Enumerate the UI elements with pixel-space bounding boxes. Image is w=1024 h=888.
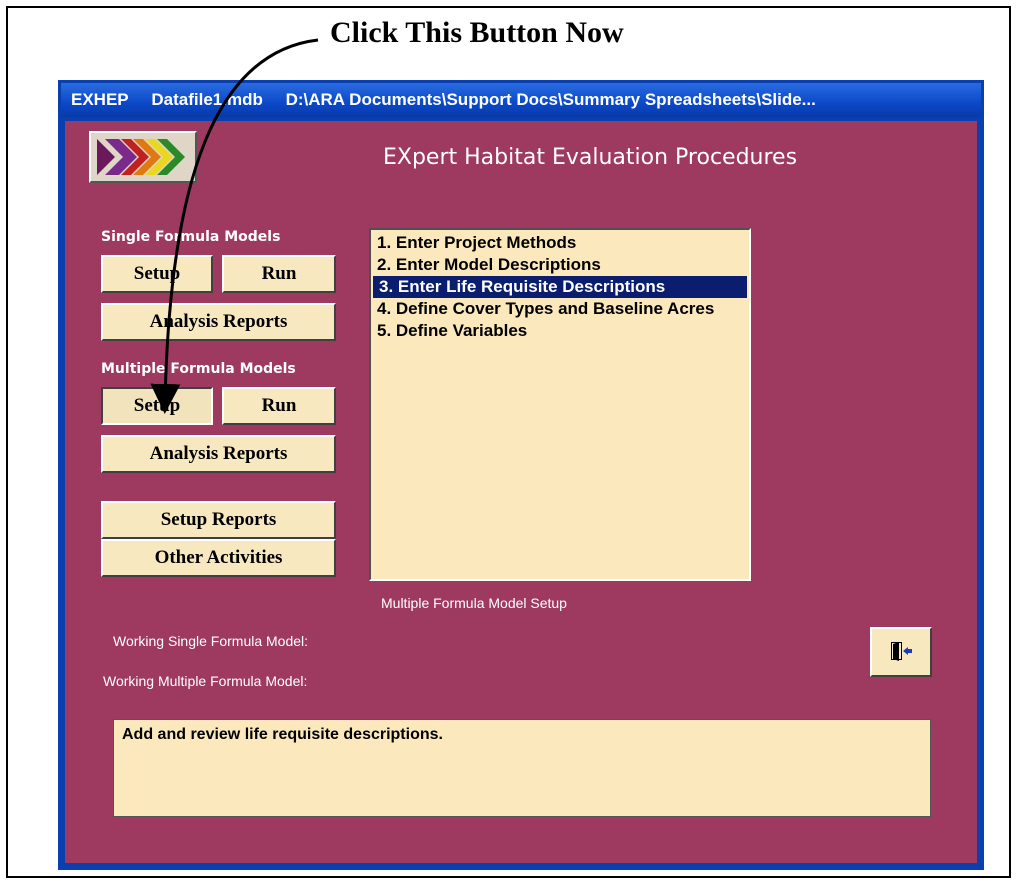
callout-text: Click This Button Now: [330, 16, 624, 49]
multiple-formula-label: Multiple Formula Models: [101, 361, 296, 377]
list-item[interactable]: 2. Enter Model Descriptions: [371, 254, 749, 276]
exit-door-icon: [891, 642, 912, 661]
single-formula-label: Single Formula Models: [101, 229, 281, 245]
setup-reports-button[interactable]: Setup Reports: [101, 501, 336, 539]
main-panel: EXpert Habitat Evaluation Procedures Sin…: [65, 121, 977, 863]
multiple-analysis-reports-button[interactable]: Analysis Reports: [101, 435, 336, 473]
working-multiple-label: Working Multiple Formula Model:: [103, 673, 308, 689]
setup-steps-list[interactable]: 1. Enter Project Methods 2. Enter Model …: [369, 228, 751, 581]
list-item-selected[interactable]: 3. Enter Life Requisite Descriptions: [373, 276, 747, 298]
title-bar[interactable]: EXHEP Datafile1.mdb D:\ARA Documents\Sup…: [61, 83, 981, 117]
multiple-run-button[interactable]: Run: [222, 387, 336, 425]
app-window: EXHEP Datafile1.mdb D:\ARA Documents\Sup…: [58, 80, 984, 870]
list-item[interactable]: 4. Define Cover Types and Baseline Acres: [371, 298, 749, 320]
list-caption: Multiple Formula Model Setup: [381, 595, 567, 611]
title-file-name: Datafile1.mdb: [151, 90, 263, 109]
title-app-name: EXHEP: [71, 90, 129, 109]
app-title: EXpert Habitat Evaluation Procedures: [383, 145, 798, 170]
description-box: Add and review life requisite descriptio…: [113, 719, 931, 817]
single-run-button[interactable]: Run: [222, 255, 336, 293]
exit-button[interactable]: [870, 627, 932, 677]
single-setup-button[interactable]: Setup: [101, 255, 213, 293]
title-path: D:\ARA Documents\Support Docs\Summary Sp…: [285, 90, 816, 109]
exhep-logo-arrows-icon: [89, 131, 197, 183]
working-single-label: Working Single Formula Model:: [113, 633, 309, 649]
list-item[interactable]: 1. Enter Project Methods: [371, 232, 749, 254]
list-item[interactable]: 5. Define Variables: [371, 320, 749, 342]
other-activities-button[interactable]: Other Activities: [101, 539, 336, 577]
multiple-setup-button[interactable]: Setup: [101, 387, 213, 425]
single-analysis-reports-button[interactable]: Analysis Reports: [101, 303, 336, 341]
